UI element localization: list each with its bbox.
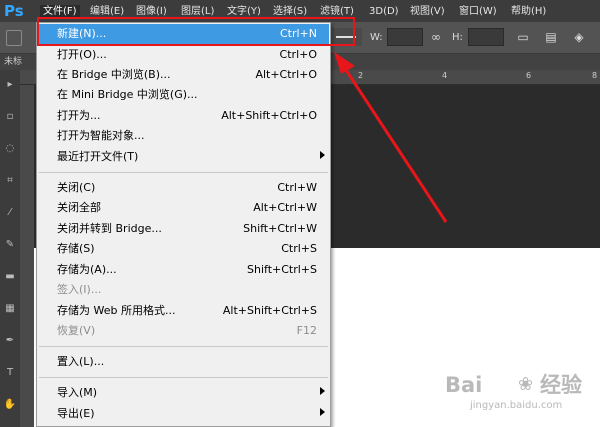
arrow-shaft <box>340 63 448 223</box>
arrow-head <box>334 52 355 74</box>
annotation-arrow-icon <box>334 52 448 223</box>
